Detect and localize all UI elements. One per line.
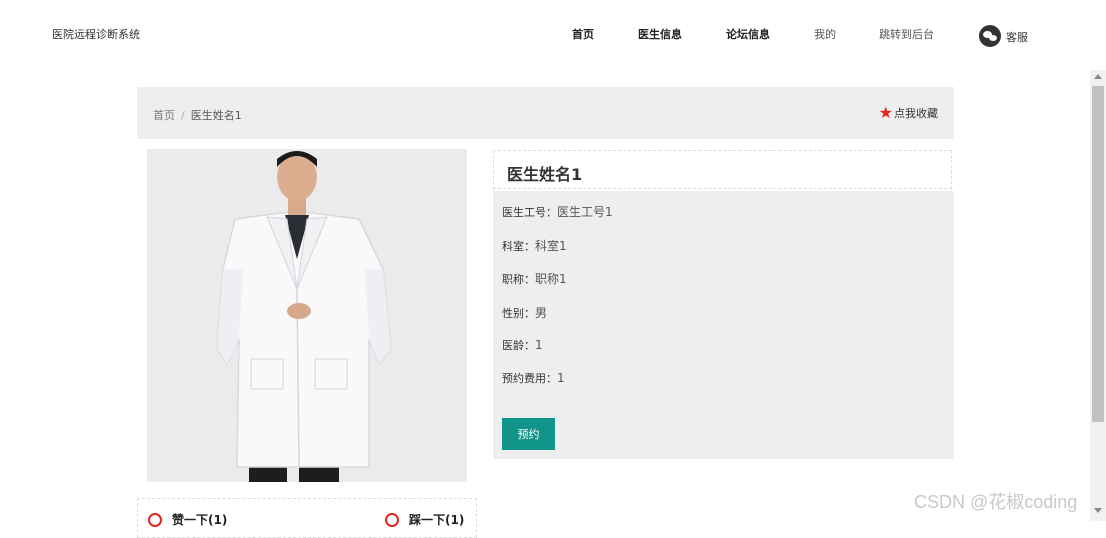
field-fee: 预约费用：1 <box>502 370 565 386</box>
field-label: 医生工号： <box>502 206 557 219</box>
nav-mine[interactable]: 我的 <box>814 26 836 42</box>
doctor-photo <box>147 149 467 482</box>
field-value: 科室1 <box>535 239 567 253</box>
dislike-label: 踩一下(1) <box>409 513 465 527</box>
nav-admin[interactable]: 跳转到后台 <box>879 26 934 42</box>
field-value: 1 <box>535 338 543 352</box>
field-gender: 性别：男 <box>502 304 547 321</box>
smile-icon <box>385 512 399 527</box>
field-label: 科室： <box>502 240 535 253</box>
breadcrumb-home[interactable]: 首页 <box>153 109 175 122</box>
dislike-button[interactable]: 踩一下(1) <box>385 511 464 528</box>
wechat-icon <box>979 25 1001 47</box>
field-value: 职称1 <box>535 272 567 286</box>
scroll-up-arrow-icon[interactable] <box>1094 74 1102 79</box>
field-value: 医生工号1 <box>557 205 613 219</box>
field-staff-id: 医生工号：医生工号1 <box>502 203 613 220</box>
field-years: 医龄：1 <box>502 337 543 353</box>
smile-icon <box>148 512 162 527</box>
app-title[interactable]: 医院远程诊断系统 <box>52 26 140 42</box>
book-button[interactable]: 预约 <box>502 418 555 450</box>
top-navbar: 医院远程诊断系统 首页 医生信息 论坛信息 我的 跳转到后台 客服 <box>0 0 1106 70</box>
customer-service-button[interactable]: 客服 <box>979 21 1028 47</box>
doctor-name: 医生姓名1 <box>507 165 583 184</box>
breadcrumb: 首页 / 医生姓名1 <box>153 107 242 123</box>
like-label: 赞一下(1) <box>172 513 228 527</box>
doctor-photo-illustration <box>147 149 467 482</box>
nav-doctor-info[interactable]: 医生信息 <box>638 26 682 42</box>
breadcrumb-separator: / <box>181 109 185 122</box>
field-label: 预约费用： <box>502 372 557 385</box>
field-label: 性别： <box>502 307 535 320</box>
breadcrumb-current: 医生姓名1 <box>190 109 242 122</box>
favorite-button[interactable]: ★ 点我收藏 <box>879 105 938 121</box>
field-label: 医龄： <box>502 339 535 352</box>
field-value: 1 <box>557 371 565 385</box>
field-department: 科室：科室1 <box>502 237 567 254</box>
field-value: 男 <box>535 306 548 320</box>
nav-home[interactable]: 首页 <box>572 26 594 42</box>
star-icon: ★ <box>878 103 893 122</box>
breadcrumb-bar: 首页 / 医生姓名1 ★ 点我收藏 <box>137 87 954 139</box>
doctor-name-header: 医生姓名1 <box>493 150 952 189</box>
scroll-down-arrow-icon[interactable] <box>1094 508 1102 513</box>
scrollbar-thumb[interactable] <box>1092 86 1104 422</box>
field-label: 职称： <box>502 273 535 286</box>
vote-bar: 赞一下(1) 踩一下(1) <box>137 498 477 538</box>
nav-forum[interactable]: 论坛信息 <box>726 26 770 42</box>
field-title: 职称：职称1 <box>502 270 567 287</box>
like-button[interactable]: 赞一下(1) <box>148 511 227 528</box>
customer-service-label: 客服 <box>1006 31 1028 44</box>
watermark: CSDN @花椒coding <box>914 492 1078 512</box>
favorite-label: 点我收藏 <box>894 107 938 120</box>
doctor-info-panel: 医生工号：医生工号1 科室：科室1 职称：职称1 性别：男 医龄：1 预约费用：… <box>493 191 954 459</box>
